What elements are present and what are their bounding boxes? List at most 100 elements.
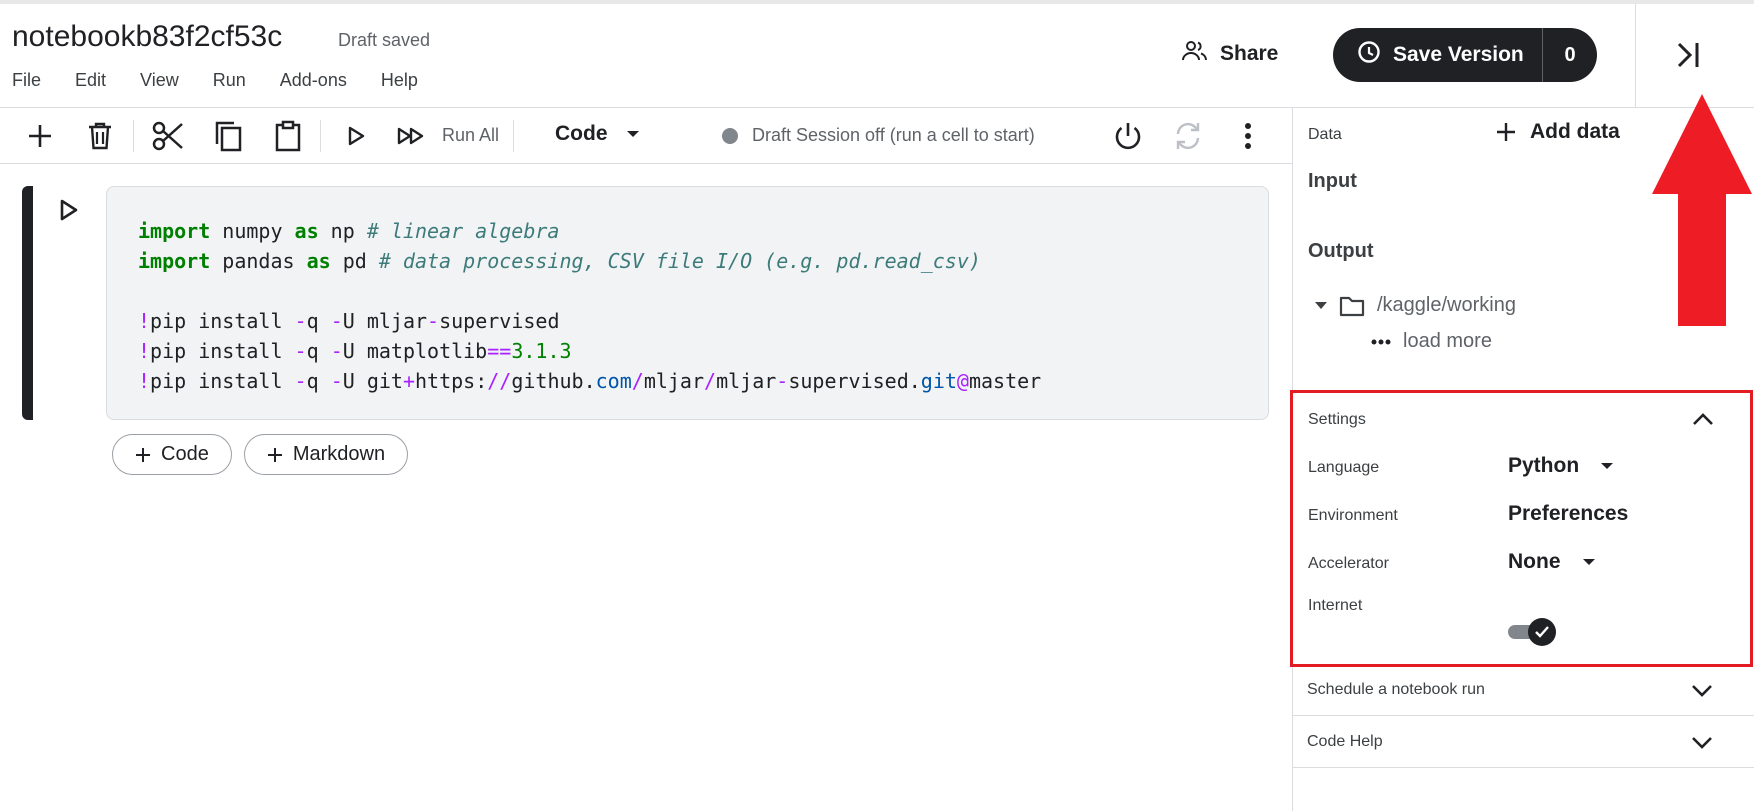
output-folder-path: /kaggle/working: [1377, 294, 1516, 316]
more-vertical-icon: [1245, 123, 1251, 149]
code-token: master: [968, 369, 1042, 393]
cell-run-button[interactable]: [58, 198, 84, 224]
menu-run[interactable]: Run: [213, 70, 246, 91]
collapse-panel-button[interactable]: [1672, 38, 1706, 72]
toolbar-separator: [513, 120, 514, 152]
environment-label: Environment: [1308, 507, 1398, 524]
environment-value: Preferences: [1508, 502, 1629, 525]
internet-toggle[interactable]: [1508, 617, 1556, 646]
restart-session-button[interactable]: [1170, 118, 1206, 154]
settings-header[interactable]: Settings: [1308, 411, 1366, 429]
code-token: -: [294, 309, 307, 333]
code-token: /: [631, 369, 644, 393]
code-token: com: [595, 369, 632, 393]
menu-view[interactable]: View: [140, 70, 179, 91]
code-help-section[interactable]: Code Help: [1292, 716, 1754, 768]
code-token: pd: [330, 249, 379, 273]
chevron-up-icon: [1693, 413, 1713, 425]
run-all-button[interactable]: [393, 118, 429, 154]
add-markdown-cell-button[interactable]: Markdown: [243, 434, 409, 475]
plus-icon: [29, 125, 51, 147]
code-token: q: [306, 339, 331, 363]
language-value: Python: [1508, 454, 1580, 477]
environment-preferences[interactable]: Preferences: [1508, 502, 1628, 526]
internet-label: Internet: [1308, 597, 1363, 614]
share-button[interactable]: Share: [1182, 40, 1278, 68]
trash-icon: [89, 122, 111, 150]
cell-type-value: Code: [555, 122, 608, 145]
output-section-label: Output: [1308, 240, 1374, 262]
refresh-icon: [1176, 122, 1200, 150]
code-token: !: [138, 339, 151, 363]
code-cell-editor[interactable]: import numpy as np # linear algebra impor…: [106, 186, 1269, 420]
session-status-dot: [722, 127, 738, 144]
code-token: pip install: [150, 369, 295, 393]
power-button[interactable]: [1110, 118, 1146, 154]
delete-cell-button[interactable]: [82, 118, 118, 154]
code-token: ==: [487, 339, 512, 363]
copy-cell-button[interactable]: [210, 118, 246, 154]
menu-bar: File Edit View Run Add-ons Help: [12, 70, 452, 91]
code-token: # data processing, CSV file I/O (e.g. pd…: [378, 249, 981, 273]
code-line: import numpy as np # linear algebra: [138, 216, 1268, 246]
accelerator-dropdown[interactable]: None: [1508, 550, 1595, 574]
session-status: Draft Session off (run a cell to start): [722, 125, 1035, 146]
code-token: q: [306, 369, 331, 393]
version-count[interactable]: 0: [1543, 44, 1597, 67]
add-code-cell-button[interactable]: Code: [112, 434, 232, 475]
plus-icon: [267, 447, 282, 462]
settings-collapse-button[interactable]: [1691, 407, 1715, 436]
language-label: Language: [1308, 459, 1380, 476]
more-options-button[interactable]: [1230, 118, 1266, 154]
code-token: import: [138, 219, 211, 243]
code-help-label: Code Help: [1307, 733, 1383, 750]
code-token: -: [427, 309, 440, 333]
toolbar-separator: [320, 120, 321, 152]
add-cell-button[interactable]: [22, 118, 58, 154]
cell-type-dropdown[interactable]: Code: [555, 122, 640, 146]
chevron-down-icon: [1690, 730, 1714, 759]
scissors-icon: [152, 121, 183, 151]
caret-down-icon: [1582, 558, 1595, 565]
add-code-label: Code: [161, 443, 209, 465]
menu-help[interactable]: Help: [381, 70, 418, 91]
paste-cell-button[interactable]: [270, 118, 306, 154]
data-section-header[interactable]: Data: [1308, 126, 1342, 144]
code-token: git: [920, 369, 957, 393]
run-all-label[interactable]: Run All: [442, 125, 499, 146]
menu-edit[interactable]: Edit: [75, 70, 106, 91]
code-token: np: [318, 219, 367, 243]
cut-cell-button[interactable]: [150, 118, 186, 154]
code-token: supervised: [439, 309, 560, 333]
header-divider: [1635, 4, 1636, 108]
code-line: !pip install -q -U matplotlib==3.1.3: [138, 336, 1268, 366]
code-token: as: [294, 219, 319, 243]
schedule-section[interactable]: Schedule a notebook run: [1292, 664, 1754, 716]
code-token: U mljar: [342, 309, 428, 333]
caret-down-icon: [1315, 301, 1327, 309]
output-folder-item[interactable]: /kaggle/working: [1315, 294, 1516, 317]
settings-section: Settings Language Python Environment Pre…: [1290, 390, 1753, 667]
code-token: /: [704, 369, 717, 393]
code-token: https:: [415, 369, 488, 393]
code-token: -: [330, 339, 343, 363]
code-token: pip install: [150, 339, 295, 363]
notebook-header: notebookb83f2cf53c Draft saved File Edit…: [0, 4, 1754, 108]
active-cell-indicator: [22, 186, 33, 420]
notebook-title[interactable]: notebookb83f2cf53c: [12, 20, 282, 54]
save-version-button[interactable]: Save Version 0: [1333, 28, 1597, 82]
code-token: U matplotlib: [342, 339, 488, 363]
code-token: mljar: [716, 369, 777, 393]
code-token: numpy: [210, 219, 295, 243]
run-cell-button[interactable]: [338, 118, 374, 154]
menu-add-ons[interactable]: Add-ons: [280, 70, 347, 91]
add-data-button[interactable]: Add data: [1496, 120, 1620, 144]
language-dropdown[interactable]: Python: [1508, 454, 1614, 478]
add-cell-buttons: Code Markdown: [112, 434, 409, 475]
history-icon: [1357, 40, 1381, 70]
load-more-button[interactable]: load more: [1371, 330, 1492, 353]
red-arrow-annotation: [1652, 94, 1752, 326]
menu-file[interactable]: File: [12, 70, 41, 91]
caret-down-icon: [1601, 462, 1614, 469]
